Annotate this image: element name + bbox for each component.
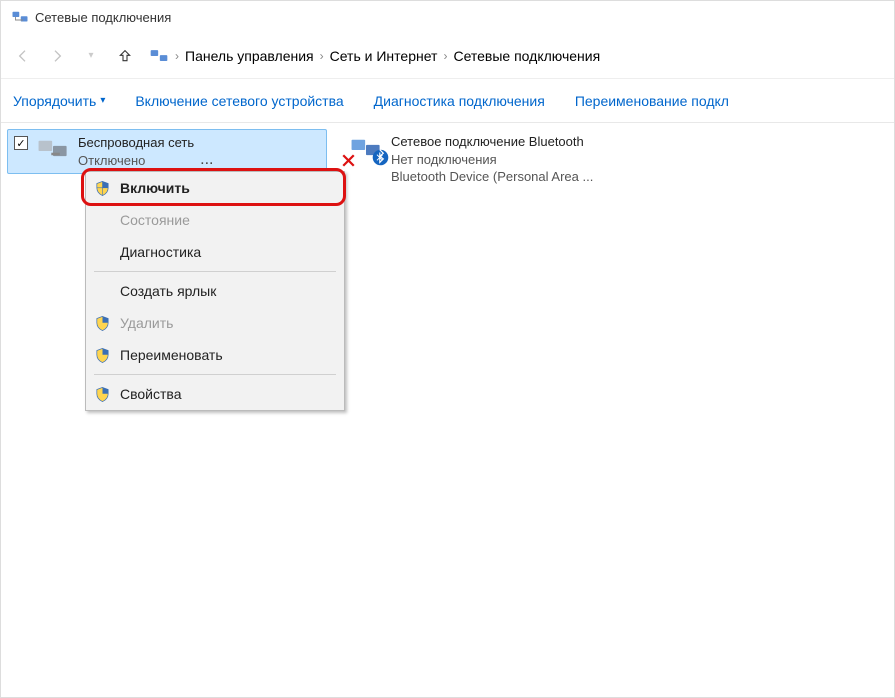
breadcrumb-item[interactable]: Сетевые подключения bbox=[453, 48, 600, 64]
shield-icon bbox=[94, 180, 111, 197]
menu-rename-label: Переименовать bbox=[120, 347, 223, 363]
titlebar: Сетевые подключения bbox=[1, 1, 894, 33]
chevron-icon: › bbox=[320, 49, 324, 63]
menu-properties[interactable]: Свойства bbox=[86, 378, 344, 410]
chevron-icon: › bbox=[175, 49, 179, 63]
shield-icon bbox=[94, 386, 111, 403]
menu-create-shortcut-label: Создать ярлык bbox=[120, 283, 216, 299]
adapter-device: Bluetooth Device (Personal Area ... bbox=[391, 168, 593, 186]
diagnose-button[interactable]: Диагностика подключения bbox=[374, 93, 545, 109]
context-menu: Включить Состояние Диагностика Создать я… bbox=[85, 171, 345, 411]
content-area: ✓ Беспроводная сеть Отключено ... bbox=[1, 123, 894, 697]
breadcrumb-item[interactable]: Сеть и Интернет bbox=[330, 48, 438, 64]
history-dropdown[interactable]: ▾ bbox=[77, 42, 105, 70]
menu-delete-label: Удалить bbox=[120, 315, 173, 331]
menu-diagnose-label: Диагностика bbox=[120, 244, 201, 260]
separator bbox=[94, 374, 336, 375]
menu-enable[interactable]: Включить bbox=[86, 172, 344, 204]
navigation-bar: ▾ › Панель управления › Сеть и Интернет … bbox=[1, 33, 894, 79]
organize-menu[interactable]: Упорядочить ▾ bbox=[13, 93, 105, 109]
menu-enable-label: Включить bbox=[120, 180, 190, 196]
network-adapter-icon bbox=[349, 133, 383, 167]
shield-icon bbox=[94, 347, 111, 364]
breadcrumb-item[interactable]: Панель управления bbox=[185, 48, 314, 64]
organize-label: Упорядочить bbox=[13, 93, 96, 109]
back-button[interactable] bbox=[9, 42, 37, 70]
adapter-text: Беспроводная сеть Отключено bbox=[78, 134, 194, 169]
menu-diagnose[interactable]: Диагностика bbox=[86, 236, 344, 268]
window: Сетевые подключения ▾ › Панель управлени… bbox=[0, 0, 895, 698]
chevron-icon: › bbox=[443, 49, 447, 63]
adapter-item-bluetooth[interactable]: Сетевое подключение Bluetooth Нет подклю… bbox=[339, 129, 659, 190]
network-connections-icon bbox=[11, 8, 29, 26]
enable-device-button[interactable]: Включение сетевого устройства bbox=[135, 93, 343, 109]
window-title: Сетевые подключения bbox=[35, 10, 171, 25]
adapter-item-wireless[interactable]: ✓ Беспроводная сеть Отключено ... bbox=[7, 129, 327, 174]
error-x-icon bbox=[341, 153, 356, 173]
adapter-status: Отключено bbox=[78, 152, 194, 170]
command-bar: Упорядочить ▾ Включение сетевого устройс… bbox=[1, 79, 894, 123]
breadcrumb: › Панель управления › Сеть и Интернет › … bbox=[145, 46, 600, 66]
chevron-down-icon: ▾ bbox=[100, 95, 105, 106]
menu-create-shortcut[interactable]: Создать ярлык bbox=[86, 275, 344, 307]
bluetooth-icon bbox=[372, 149, 389, 171]
adapter-name: Беспроводная сеть bbox=[78, 134, 194, 152]
separator bbox=[94, 271, 336, 272]
menu-properties-label: Свойства bbox=[120, 386, 181, 402]
menu-state: Состояние bbox=[86, 204, 344, 236]
menu-rename[interactable]: Переименовать bbox=[86, 339, 344, 371]
menu-state-label: Состояние bbox=[120, 212, 190, 228]
adapter-status: Нет подключения bbox=[391, 151, 593, 169]
shield-icon bbox=[94, 315, 111, 332]
rename-button[interactable]: Переименование подкл bbox=[575, 93, 729, 109]
menu-delete: Удалить bbox=[86, 307, 344, 339]
control-panel-icon bbox=[149, 46, 169, 66]
checkbox-checked-icon[interactable]: ✓ bbox=[14, 136, 28, 150]
forward-button[interactable] bbox=[43, 42, 71, 70]
up-button[interactable] bbox=[111, 42, 139, 70]
network-adapter-icon bbox=[36, 134, 70, 168]
adapter-name: Сетевое подключение Bluetooth bbox=[391, 133, 593, 151]
adapter-text: Сетевое подключение Bluetooth Нет подклю… bbox=[391, 133, 593, 186]
ellipsis: ... bbox=[194, 151, 213, 169]
